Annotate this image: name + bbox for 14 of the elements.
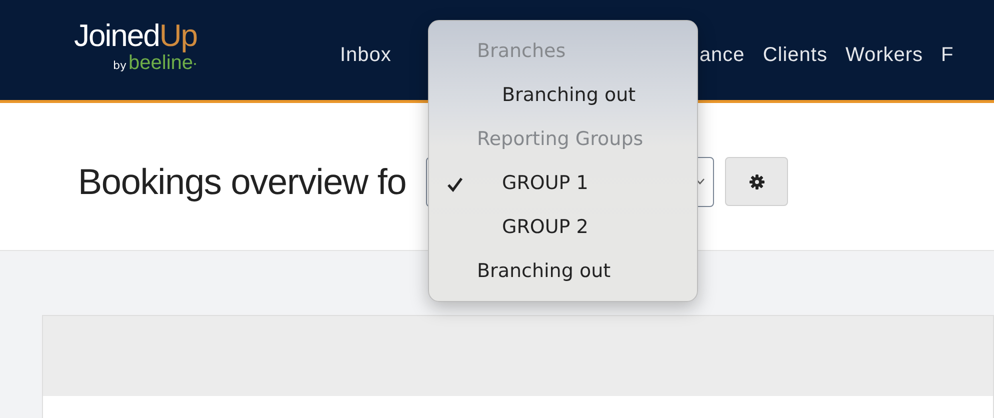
menu-option[interactable]: Branching out — [447, 81, 697, 125]
menu-option[interactable]: GROUP 1 — [447, 169, 697, 213]
menu-option[interactable]: GROUP 2 — [447, 213, 697, 257]
menu-option[interactable]: Branching out — [447, 257, 697, 301]
menu-group-label: Reporting Groups — [477, 127, 644, 152]
logo-wordmark[interactable]: JoinedUp — [74, 18, 197, 52]
menu-group-label: Branches — [477, 39, 567, 64]
page-title: Bookings overview fo — [78, 160, 406, 202]
nav-link[interactable]: F — [941, 44, 954, 66]
nav-link[interactable]: Clients — [762, 44, 828, 66]
logo-tagline: by beeline — [113, 52, 196, 76]
nav-link[interactable]: ance — [699, 44, 745, 66]
nav-link[interactable]: Workers — [845, 44, 924, 66]
nav-link[interactable]: Inbox — [340, 44, 392, 66]
